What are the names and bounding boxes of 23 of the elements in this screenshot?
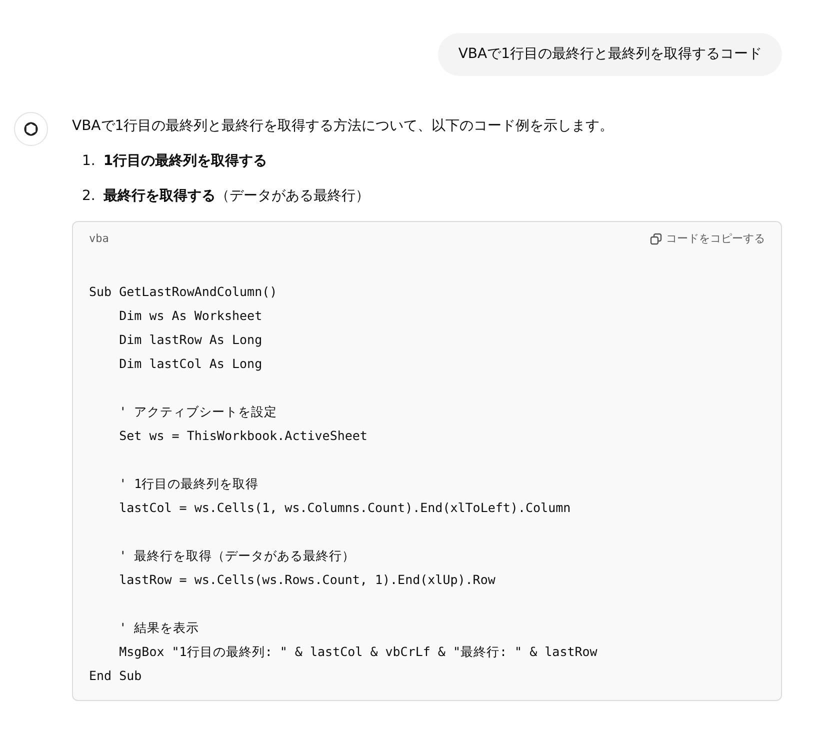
code-line: MsgBox "1行目の最終列: " & lastCol & vbCrLf & "最終行: " & lastRow [118, 642, 598, 661]
copy-icon [650, 233, 662, 246]
code-line: Dim ws As Worksheet [118, 306, 264, 324]
list-number: 2. [82, 187, 96, 206]
language-label: vba [89, 231, 109, 247]
code-line: ' 最終行を取得（データがある最終行） [118, 546, 356, 564]
list-item-text: 1行目の最終列を取得する [103, 152, 268, 171]
code-line: lastRow = ws.Cells(ws.Rows.Count, 1).End(xlUp).Row [118, 570, 496, 589]
code-line: ' 結果を表示 [118, 618, 200, 636]
code-line: End Sub [89, 666, 143, 684]
list-item-text: 最終行を取得する（データがある最終行） [103, 187, 370, 206]
code-line: Dim lastCol As Long [118, 354, 264, 373]
assistant-avatar-icon [14, 112, 48, 146]
copy-code-button[interactable]: コードをコピーする [650, 231, 765, 248]
code-line: Sub GetLastRowAndColumn() [89, 282, 278, 300]
list-number: 1. [82, 152, 96, 171]
code-line: Dim lastRow As Long [118, 330, 264, 349]
response-text: VBAで1行目の最終列と最終行を取得する方法について、以下のコード例を示します。 [72, 117, 615, 136]
user-message: VBAで1行目の最終行と最終列を取得するコード [438, 33, 782, 76]
code-line: ' アクティブシートを設定 [118, 402, 278, 420]
code-line: ' 1行目の最終列を取得 [118, 474, 260, 492]
code-line: Set ws = ThisWorkbook.ActiveSheet [118, 426, 368, 444]
code-line: lastCol = ws.Cells(1, ws.Columns.Count).End(xlToLeft).Column [118, 498, 572, 516]
